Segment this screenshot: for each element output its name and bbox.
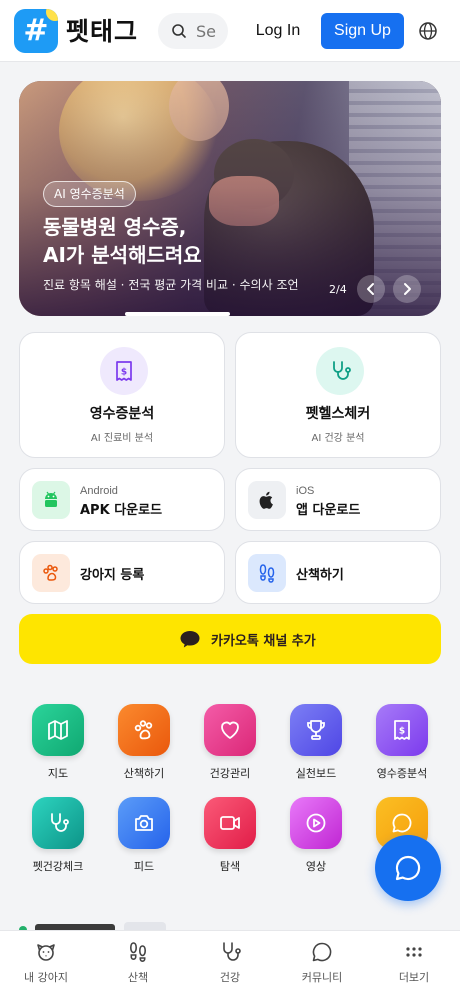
nav-more-label: 더보기 bbox=[398, 971, 430, 984]
menu-receipt[interactable]: $ 영수증분석 bbox=[359, 704, 445, 794]
play-icon bbox=[290, 797, 342, 849]
nav-walk[interactable]: 산책 bbox=[92, 931, 184, 995]
stethoscope-icon bbox=[223, 942, 241, 961]
nav-community[interactable]: 커뮤니티 bbox=[276, 931, 368, 995]
app-page: # 펫태그 Log In Sign Up AI 영수증분석 동물병원 영수증, … bbox=[0, 0, 460, 995]
pet-health-checker-card[interactable]: 펫헬스체커 AI 건강 분석 bbox=[235, 332, 441, 458]
register-dog-label: 강아지 등록 bbox=[80, 568, 145, 583]
menu-receipt-label: 영수증분석 bbox=[376, 767, 428, 780]
receipt-icon: $ bbox=[100, 347, 148, 395]
nav-community-label: 커뮤니티 bbox=[301, 971, 343, 984]
chat-bubble-icon bbox=[180, 631, 200, 648]
hero-title-line2: AI가 분석해드려요 bbox=[43, 243, 202, 267]
stethoscope-icon bbox=[32, 797, 84, 849]
menu-health[interactable]: 건강관리 bbox=[187, 704, 273, 794]
menu-pet-health-check[interactable]: 펫건강체크 bbox=[15, 797, 101, 887]
ios-download-card[interactable]: iOS 앱 다운로드 bbox=[235, 468, 441, 531]
stethoscope-icon bbox=[316, 347, 364, 395]
logo-icon[interactable]: # bbox=[14, 9, 58, 53]
nav-health-label: 건강 bbox=[219, 971, 241, 984]
heart-icon bbox=[204, 704, 256, 756]
ios-download-label: 앱 다운로드 bbox=[296, 503, 361, 518]
register-dog-card[interactable]: 강아지 등록 bbox=[19, 541, 225, 604]
search-box[interactable] bbox=[158, 13, 228, 49]
svg-text:$: $ bbox=[399, 727, 405, 737]
bottom-navigation: 내 강아지 산책 건강 커뮤니티 더보기 bbox=[0, 930, 460, 995]
apple-icon bbox=[248, 481, 286, 519]
receipt-icon: $ bbox=[376, 704, 428, 756]
ios-platform-label: iOS bbox=[296, 485, 315, 497]
menu-map[interactable]: 지도 bbox=[15, 704, 101, 794]
footprints-icon bbox=[129, 942, 147, 962]
search-icon bbox=[172, 24, 186, 38]
android-icon bbox=[32, 481, 70, 519]
hero-tag: AI 영수증분석 bbox=[43, 181, 136, 207]
nav-health[interactable]: 건강 bbox=[184, 931, 276, 995]
brand-name[interactable]: 펫태그 bbox=[66, 12, 138, 48]
hero-title: 동물병원 영수증, AI가 분석해드려요 bbox=[43, 213, 373, 269]
video-icon bbox=[204, 797, 256, 849]
globe-icon[interactable] bbox=[418, 21, 438, 41]
kakao-channel-button[interactable]: 카카오톡 채널 추가 bbox=[19, 614, 441, 664]
menu-feed[interactable]: 피드 bbox=[101, 797, 187, 887]
hero-next-button[interactable] bbox=[393, 275, 421, 303]
hero-banner[interactable]: AI 영수증분석 동물병원 영수증, AI가 분석해드려요 진료 항목 해설 ·… bbox=[19, 81, 441, 316]
floating-chat-button[interactable] bbox=[375, 835, 441, 901]
menu-walk[interactable]: 산책하기 bbox=[101, 704, 187, 794]
walk-label: 산책하기 bbox=[296, 568, 344, 583]
receipt-analysis-card[interactable]: $ 영수증분석 AI 진료비 분석 bbox=[19, 332, 225, 458]
android-download-label: APK 다운로드 bbox=[80, 503, 163, 518]
android-download-card[interactable]: Android APK 다운로드 bbox=[19, 468, 225, 531]
android-platform-label: Android bbox=[80, 485, 118, 497]
menu-practice-board[interactable]: 실천보드 bbox=[273, 704, 359, 794]
hero-progress-bar bbox=[125, 312, 230, 316]
more-dots-icon bbox=[406, 947, 422, 957]
nav-more[interactable]: 더보기 bbox=[368, 931, 460, 995]
hero-subtitle: 진료 항목 해설 · 전국 평균 가격 비교 · 수의사 조언 bbox=[43, 278, 299, 292]
menu-explore[interactable]: 탐색 bbox=[187, 797, 273, 887]
menu-video-label: 영상 bbox=[305, 860, 327, 873]
kakao-channel-label: 카카오톡 채널 추가 bbox=[211, 634, 316, 649]
svg-text:$: $ bbox=[121, 368, 127, 378]
paw-icon bbox=[32, 554, 70, 592]
trophy-icon bbox=[290, 704, 342, 756]
login-button[interactable]: Log In bbox=[248, 14, 308, 48]
dog-face-icon bbox=[37, 944, 55, 961]
footprints-icon bbox=[248, 554, 286, 592]
nav-walk-label: 산책 bbox=[127, 971, 149, 984]
signup-button[interactable]: Sign Up bbox=[321, 13, 404, 49]
map-icon bbox=[32, 704, 84, 756]
hero-counter: 2/4 bbox=[329, 283, 347, 296]
health-card-subtitle: AI 건강 분석 bbox=[311, 433, 365, 444]
nav-my-dog[interactable]: 내 강아지 bbox=[0, 931, 92, 995]
nav-my-dog-label: 내 강아지 bbox=[24, 971, 68, 984]
chat-bubble-icon bbox=[395, 855, 421, 881]
paw-icon bbox=[118, 704, 170, 756]
hero-title-line1: 동물병원 영수증, bbox=[43, 215, 187, 239]
hash-icon: # bbox=[23, 13, 49, 48]
health-card-title: 펫헬스체커 bbox=[305, 406, 371, 422]
walk-card[interactable]: 산책하기 bbox=[235, 541, 441, 604]
chat-bubble-icon bbox=[312, 942, 332, 962]
top-header: # 펫태그 Log In Sign Up bbox=[0, 0, 460, 62]
hero-prev-button[interactable] bbox=[357, 275, 385, 303]
search-input[interactable] bbox=[196, 13, 228, 49]
chevron-left-icon bbox=[367, 283, 374, 295]
chevron-right-icon bbox=[404, 283, 411, 295]
menu-video[interactable]: 영상 bbox=[273, 797, 359, 887]
camera-icon bbox=[118, 797, 170, 849]
receipt-card-title: 영수증분석 bbox=[89, 406, 155, 422]
receipt-card-subtitle: AI 진료비 분석 bbox=[90, 433, 154, 444]
